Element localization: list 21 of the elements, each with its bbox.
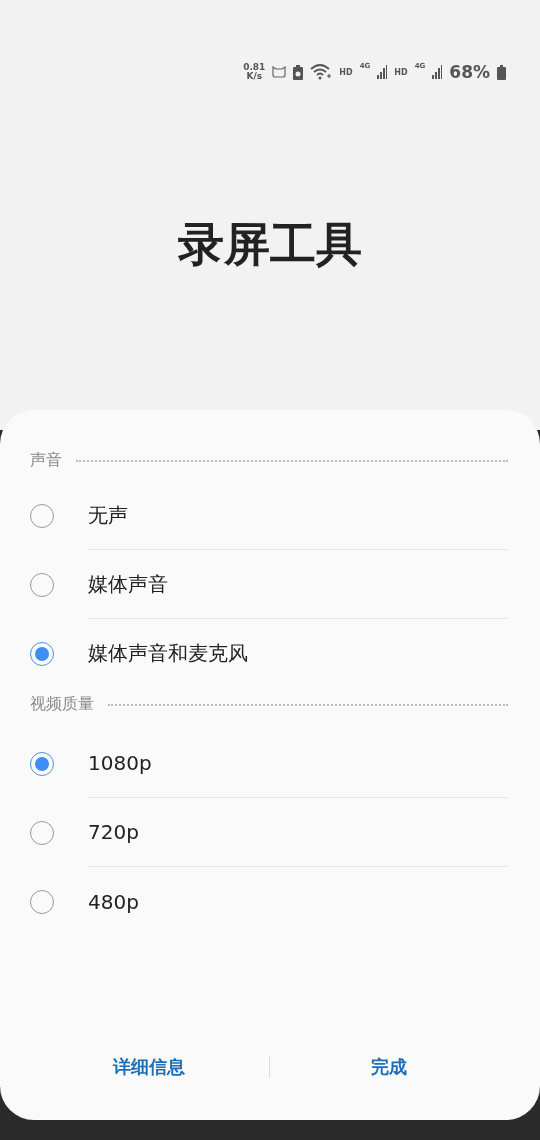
- dialog-button[interactable]: 详细信息: [30, 1054, 269, 1080]
- option-label[interactable]: 1080p: [88, 729, 508, 798]
- wifi-icon: [310, 64, 333, 80]
- page-title: 录屏工具: [177, 216, 363, 273]
- option-label[interactable]: 480p: [88, 867, 508, 936]
- option-label[interactable]: 媒体声音: [88, 550, 508, 619]
- battery-saver-icon: [293, 64, 304, 80]
- battery-percent: 68%: [449, 62, 490, 82]
- signal-icon: [377, 65, 388, 79]
- section-heading: 声音: [30, 450, 62, 471]
- battery-icon: [497, 64, 506, 80]
- hd-label: HD: [339, 67, 353, 77]
- network-speed: 0.81 K/s: [243, 63, 266, 81]
- option-label[interactable]: 无声: [88, 481, 508, 550]
- signal-icon: [432, 65, 443, 79]
- cat-icon: [272, 66, 287, 78]
- hd-label: HD: [394, 67, 408, 77]
- option-label[interactable]: 720p: [88, 798, 508, 867]
- dialog-button[interactable]: 完成: [269, 1054, 508, 1080]
- option-label[interactable]: 媒体声音和麦克风: [88, 619, 508, 688]
- section-heading: 视频质量: [30, 694, 94, 715]
